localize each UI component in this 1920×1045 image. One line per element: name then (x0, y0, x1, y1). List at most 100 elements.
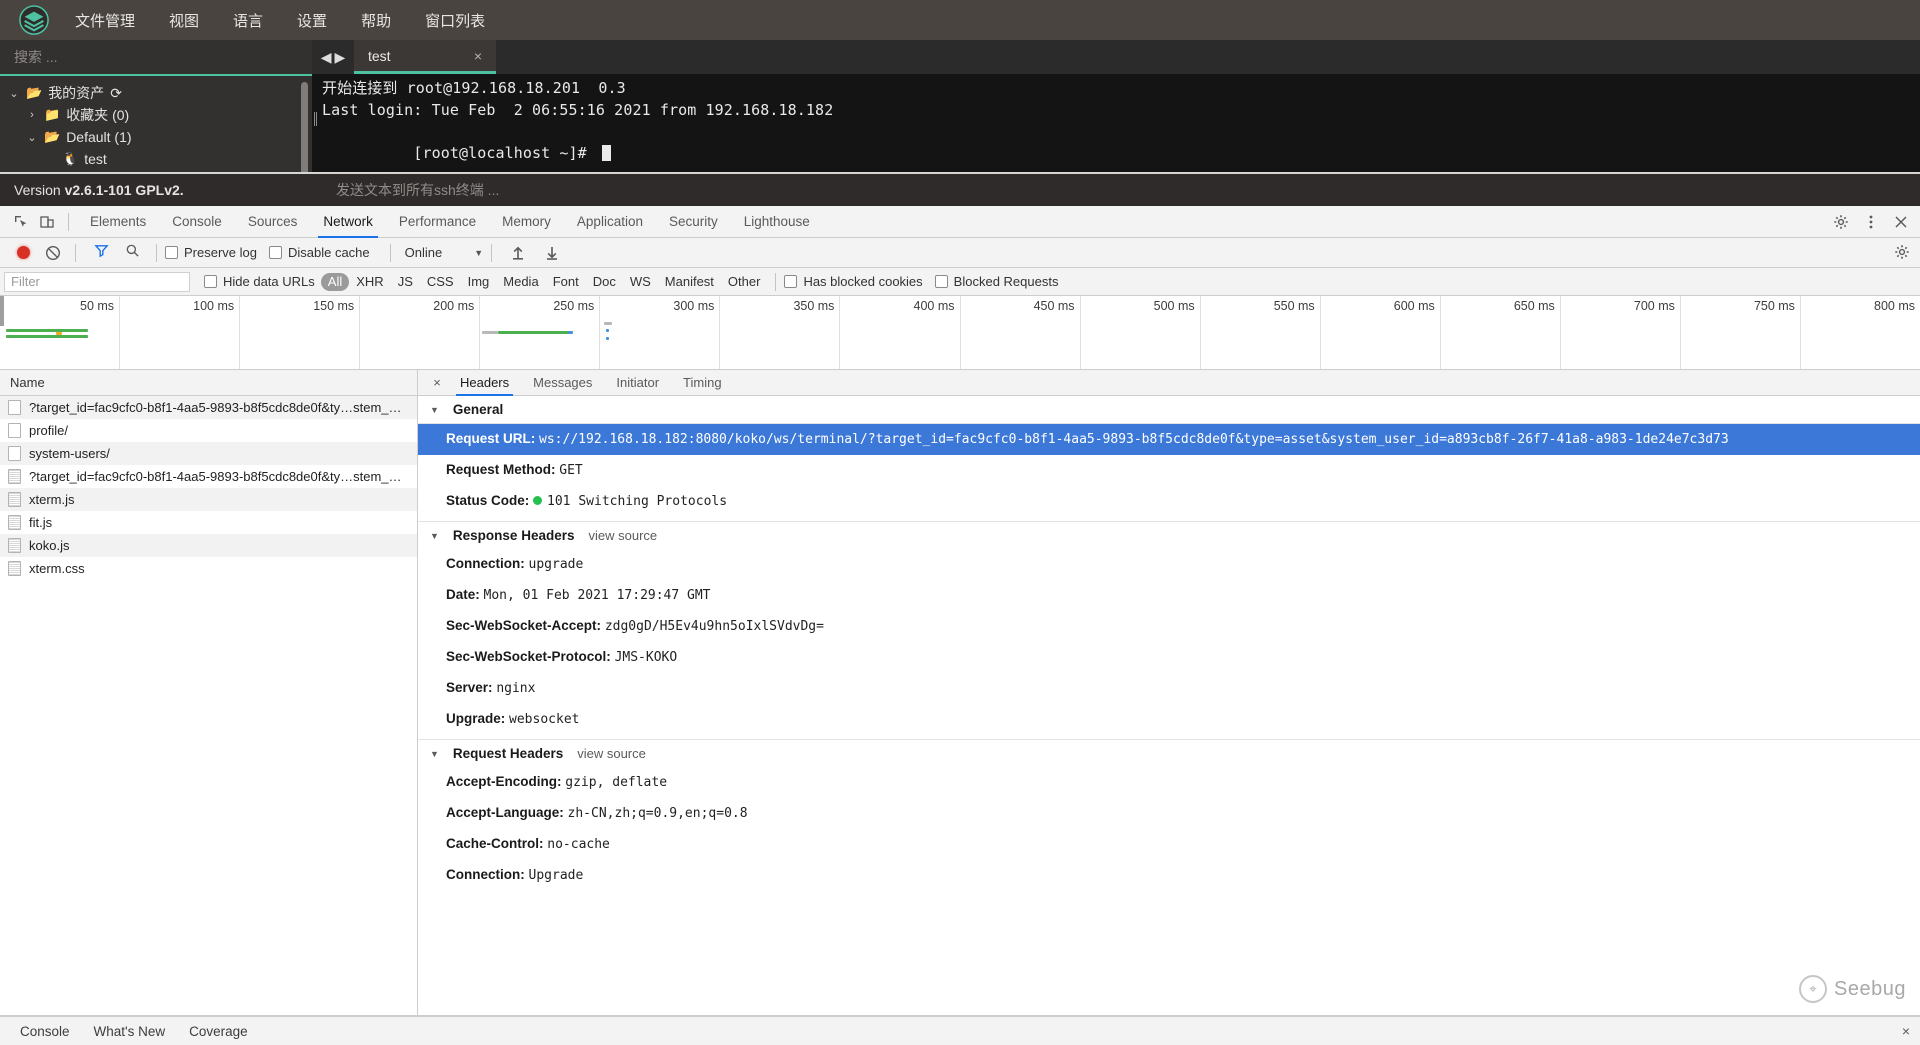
tab-network[interactable]: Network (310, 206, 386, 238)
triangle-down-icon[interactable]: ▼ (430, 405, 439, 415)
menu-window-list[interactable]: 窗口列表 (408, 0, 502, 40)
record-button[interactable] (17, 246, 30, 259)
export-har-icon[interactable] (544, 245, 560, 261)
inspect-element-icon[interactable] (8, 209, 34, 235)
header-row-accept-encoding[interactable]: Accept-Encoding: gzip, deflate (418, 767, 1920, 798)
menu-settings[interactable]: 设置 (280, 0, 344, 40)
menu-file-management[interactable]: 文件管理 (58, 0, 152, 40)
checkbox-box[interactable] (784, 275, 797, 288)
view-source-link[interactable]: view source (577, 746, 646, 761)
checkbox-box[interactable] (165, 246, 178, 259)
broadcast-input[interactable]: 发送文本到所有ssh终端 ... (312, 180, 499, 200)
header-row-server[interactable]: Server: nginx (418, 673, 1920, 704)
table-row[interactable]: xterm.js (0, 488, 417, 511)
section-request-headers-header[interactable]: ▼ Request Headers view source (418, 740, 1920, 767)
blocked-requests-checkbox[interactable]: Blocked Requests (935, 274, 1071, 289)
table-row[interactable]: ?target_id=fac9cfc0-b8f1-4aa5-9893-b8f5c… (0, 465, 417, 488)
chevron-down-icon[interactable]: ⌄ (26, 131, 38, 144)
filter-type-media[interactable]: Media (496, 273, 545, 291)
tab-console[interactable]: Console (159, 206, 235, 238)
header-row-upgrade[interactable]: Upgrade: websocket (418, 704, 1920, 740)
checkbox-box[interactable] (204, 275, 217, 288)
close-detail-icon[interactable]: × (426, 370, 448, 396)
menu-language[interactable]: 语言 (216, 0, 280, 40)
overview-left-handle[interactable] (0, 296, 4, 326)
filter-type-all[interactable]: All (321, 273, 349, 291)
terminal-tab-test[interactable]: test × (354, 40, 496, 74)
section-general-header[interactable]: ▼ General (418, 396, 1920, 424)
tab-timing[interactable]: Timing (671, 370, 734, 396)
clear-icon[interactable] (45, 245, 61, 261)
header-row-request-method[interactable]: Request Method: GET (418, 455, 1920, 486)
device-toolbar-icon[interactable] (34, 209, 60, 235)
drawer-tab-whats-new[interactable]: What's New (82, 1024, 178, 1039)
filter-type-ws[interactable]: WS (623, 273, 658, 291)
tab-sources[interactable]: Sources (235, 206, 311, 238)
preserve-log-checkbox[interactable]: Preserve log (165, 245, 269, 260)
drawer-tab-coverage[interactable]: Coverage (177, 1024, 260, 1039)
header-row-connection[interactable]: Connection: upgrade (418, 549, 1920, 580)
disable-cache-checkbox[interactable]: Disable cache (269, 245, 382, 260)
close-devtools-icon[interactable] (1888, 209, 1914, 235)
tab-messages[interactable]: Messages (521, 370, 604, 396)
more-options-icon[interactable] (1858, 209, 1884, 235)
tree-item-default[interactable]: ⌄ 📂 Default (1) (0, 126, 312, 148)
tab-elements[interactable]: Elements (77, 206, 159, 238)
search-icon[interactable] (125, 243, 140, 263)
import-har-icon[interactable] (510, 245, 526, 261)
triangle-down-icon[interactable]: ▼ (430, 531, 439, 541)
tab-security[interactable]: Security (656, 206, 731, 238)
chevron-down-icon[interactable]: ▼ (474, 248, 483, 258)
filter-type-xhr[interactable]: XHR (349, 273, 390, 291)
terminal-resize-grip[interactable] (314, 112, 317, 126)
view-source-link[interactable]: view source (588, 528, 657, 543)
tab-initiator[interactable]: Initiator (604, 370, 671, 396)
filter-type-img[interactable]: Img (461, 273, 497, 291)
tab-memory[interactable]: Memory (489, 206, 564, 238)
chevron-down-icon[interactable]: ⌄ (8, 87, 20, 100)
header-row-sec-websocket-accept[interactable]: Sec-WebSocket-Accept: zdg0gD/H5Ev4u9hn5o… (418, 611, 1920, 642)
table-row[interactable]: koko.js (0, 534, 417, 557)
close-icon[interactable]: × (474, 48, 482, 64)
tree-item-favorites[interactable]: › 📁 收藏夹 (0) (0, 104, 312, 126)
has-blocked-cookies-checkbox[interactable]: Has blocked cookies (784, 274, 934, 289)
tab-scroll-left-icon[interactable]: ◀ (321, 49, 332, 66)
header-row-date[interactable]: Date: Mon, 01 Feb 2021 17:29:47 GMT (418, 580, 1920, 611)
tab-headers[interactable]: Headers (448, 370, 521, 396)
filter-type-other[interactable]: Other (721, 273, 768, 291)
checkbox-box[interactable] (935, 275, 948, 288)
table-row[interactable]: profile/ (0, 419, 417, 442)
triangle-down-icon[interactable]: ▼ (430, 749, 439, 759)
throttling-select[interactable]: Online ▼ (405, 245, 484, 260)
header-row-sec-websocket-protocol[interactable]: Sec-WebSocket-Protocol: JMS-KOKO (418, 642, 1920, 673)
network-settings-icon[interactable] (1894, 244, 1910, 265)
table-row[interactable]: system-users/ (0, 442, 417, 465)
header-row-status-code[interactable]: Status Code: 101 Switching Protocols (418, 486, 1920, 522)
filter-input[interactable]: Filter (4, 272, 190, 292)
hide-data-urls-checkbox[interactable]: Hide data URLs (204, 274, 321, 289)
drawer-tab-console[interactable]: Console (8, 1024, 82, 1039)
filter-type-js[interactable]: JS (391, 273, 420, 291)
header-row-connection-request[interactable]: Connection: Upgrade (418, 860, 1920, 891)
gear-icon[interactable] (1828, 209, 1854, 235)
filter-type-doc[interactable]: Doc (586, 273, 623, 291)
network-overview-timeline[interactable]: 50 ms 100 ms 150 ms 200 ms 250 ms 300 ms (0, 296, 1920, 370)
header-row-accept-language[interactable]: Accept-Language: zh-CN,zh;q=0.9,en;q=0.8 (418, 798, 1920, 829)
menu-help[interactable]: 帮助 (344, 0, 408, 40)
filter-icon[interactable] (94, 243, 109, 263)
section-response-headers-header[interactable]: ▼ Response Headers view source (418, 522, 1920, 549)
table-row[interactable]: xterm.css (0, 557, 417, 580)
table-row[interactable]: ?target_id=fac9cfc0-b8f1-4aa5-9893-b8f5c… (0, 396, 417, 419)
tab-application[interactable]: Application (564, 206, 656, 238)
tab-performance[interactable]: Performance (386, 206, 489, 238)
header-row-request-url[interactable]: Request URL: ws://192.168.18.182:8080/ko… (418, 424, 1920, 455)
checkbox-box[interactable] (269, 246, 282, 259)
tab-scroll-right-icon[interactable]: ▶ (335, 49, 346, 66)
tab-scroll-controls[interactable]: ◀ ▶ (312, 40, 354, 74)
filter-type-font[interactable]: Font (546, 273, 586, 291)
terminal-output[interactable]: 开始连接到 root@192.168.18.201 0.3 Last login… (312, 74, 1920, 172)
requests-column-header[interactable]: Name (0, 370, 417, 396)
tab-lighthouse[interactable]: Lighthouse (731, 206, 823, 238)
tree-item-my-assets[interactable]: ⌄ 📂 我的资产 ⟳ (0, 82, 312, 104)
search-input[interactable]: 搜索 ... (0, 40, 312, 76)
